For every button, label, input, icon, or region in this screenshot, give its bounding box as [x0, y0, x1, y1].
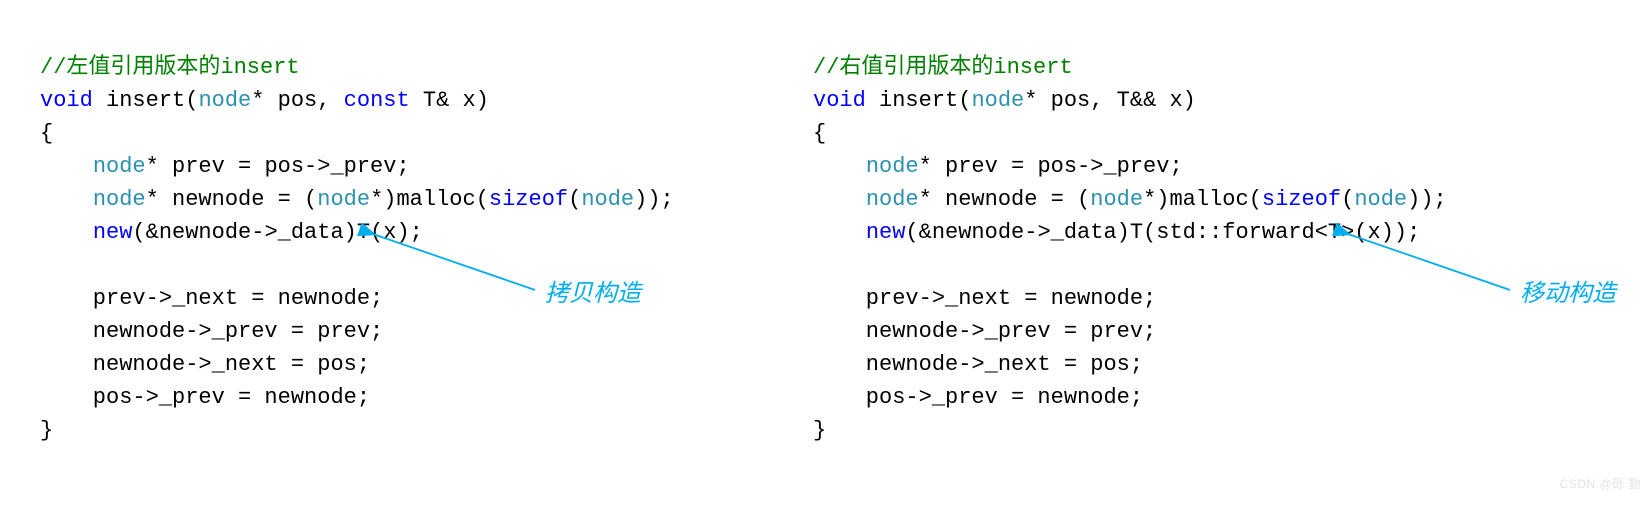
left-l2-node3: node [581, 187, 634, 212]
left-l2-node: node [93, 187, 146, 212]
left-brace-open: { [40, 121, 53, 146]
left-const: const [344, 88, 410, 113]
right-indent3 [813, 220, 866, 245]
right-indent1 [813, 154, 866, 179]
left-l2e: )); [634, 187, 674, 212]
right-brace-open: { [813, 121, 826, 146]
right-new: new [866, 220, 906, 245]
watermark: CSDN @砾 勤 [1560, 468, 1641, 501]
left-brace-close: } [40, 418, 53, 443]
right-l1-node: node [866, 154, 919, 179]
left-l4: prev->_next = newnode; [40, 286, 383, 311]
left-sig1: insert( [93, 88, 199, 113]
right-comment: //右值引用版本的insert [813, 55, 1073, 80]
left-l5: newnode->_prev = prev; [40, 319, 383, 344]
left-indent3 [40, 220, 93, 245]
right-sig2: * pos, T&& x) [1024, 88, 1196, 113]
left-new: new [93, 220, 133, 245]
right-l6: newnode->_next = pos; [813, 352, 1143, 377]
right-sizeof: sizeof [1262, 187, 1341, 212]
left-l2-node2: node [317, 187, 370, 212]
left-sig2: * pos, [251, 88, 343, 113]
right-void: void [813, 88, 866, 113]
left-indent2 [40, 187, 93, 212]
right-l2-node2: node [1090, 187, 1143, 212]
right-l4: prev->_next = newnode; [813, 286, 1156, 311]
left-l2c: *)malloc( [370, 187, 489, 212]
left-code-block: //左值引用版本的insert void insert(node* pos, c… [40, 18, 674, 447]
left-l2b: * newnode = ( [146, 187, 318, 212]
right-l1-rest: * prev = pos->_prev; [919, 154, 1183, 179]
right-l2-node: node [866, 187, 919, 212]
left-l1-rest: * prev = pos->_prev; [146, 154, 410, 179]
right-node-type-1: node [971, 88, 1024, 113]
right-l2c: *)malloc( [1143, 187, 1262, 212]
left-sig3: T& x) [410, 88, 489, 113]
right-l3b: (&newnode->_data)T(std::forward<T>(x)); [905, 220, 1420, 245]
right-indent2 [813, 187, 866, 212]
left-sizeof: sizeof [489, 187, 568, 212]
left-l1-node: node [93, 154, 146, 179]
right-l2e: )); [1407, 187, 1447, 212]
right-l7: pos->_prev = newnode; [813, 385, 1143, 410]
right-sig1: insert( [866, 88, 972, 113]
right-l5: newnode->_prev = prev; [813, 319, 1156, 344]
left-void: void [40, 88, 93, 113]
right-annotation: 移动构造 [1520, 278, 1616, 311]
left-comment: //左值引用版本的insert [40, 55, 300, 80]
right-brace-close: } [813, 418, 826, 443]
left-annotation: 拷贝构造 [545, 278, 641, 311]
left-l7: pos->_prev = newnode; [40, 385, 370, 410]
right-l2d: ( [1341, 187, 1354, 212]
left-l2d: ( [568, 187, 581, 212]
right-l2b: * newnode = ( [919, 187, 1091, 212]
left-node-type-1: node [198, 88, 251, 113]
left-indent1 [40, 154, 93, 179]
right-l2-node3: node [1354, 187, 1407, 212]
right-code-block: //右值引用版本的insert void insert(node* pos, T… [813, 18, 1447, 447]
left-l3b: (&newnode->_data)T(x); [132, 220, 422, 245]
left-l6: newnode->_next = pos; [40, 352, 370, 377]
